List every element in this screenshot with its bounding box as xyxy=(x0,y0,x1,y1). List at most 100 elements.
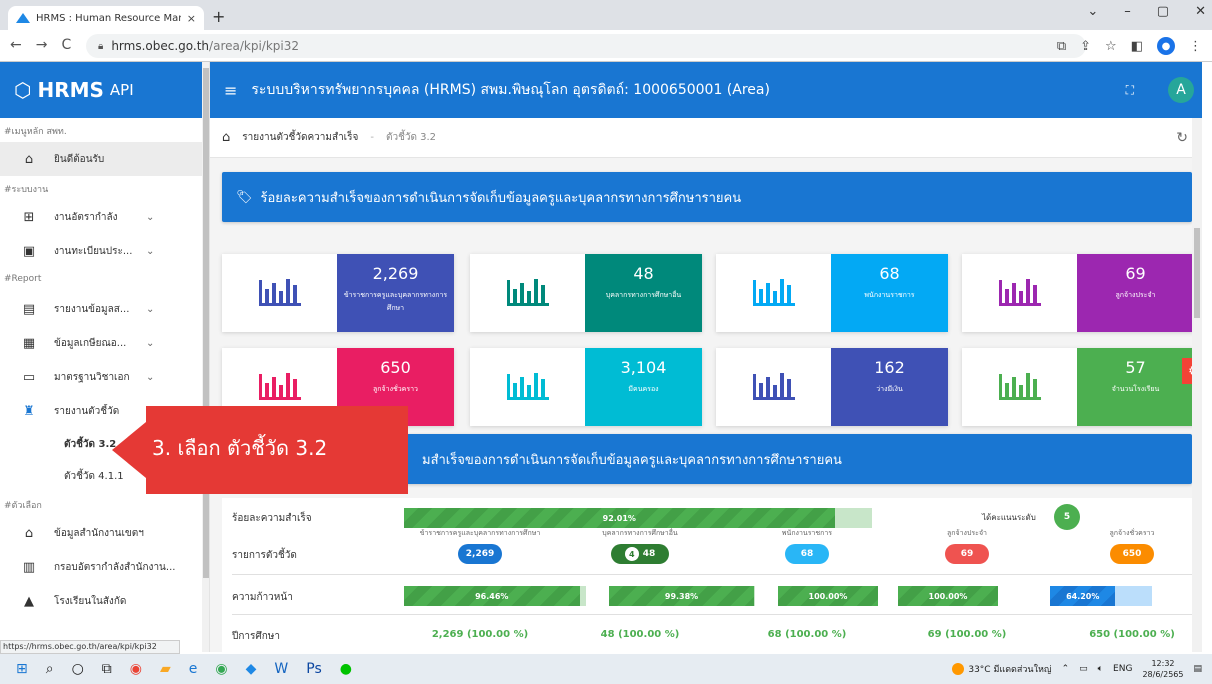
kpi-count-prefix: 4 xyxy=(624,547,639,561)
stat-value: 3,104 xyxy=(620,358,667,377)
bar-chart-glyph-bar xyxy=(533,373,538,397)
stat-card: 162 ว่างมีเงิน xyxy=(716,348,948,426)
new-tab-button[interactable]: + xyxy=(212,7,225,26)
clock[interactable]: 12:32 28/6/2565 xyxy=(1142,658,1183,680)
tab-search-icon[interactable]: ⌄ xyxy=(1087,4,1098,19)
scrollbar-thumb[interactable] xyxy=(1194,228,1200,318)
bar-chart-glyph xyxy=(998,279,1041,306)
stat-label: ลูกจ้างชั่วคราว xyxy=(373,385,418,393)
scrollbar-thumb[interactable] xyxy=(203,68,209,578)
tray-chevron-icon[interactable]: ⌃ xyxy=(1062,664,1070,674)
year-label: ปีการศึกษา xyxy=(232,631,280,642)
bar-chart-icon xyxy=(962,348,1077,426)
reload-icon[interactable]: C xyxy=(61,37,71,53)
browser-tab[interactable]: HRMS : Human Resource Manag × xyxy=(8,6,204,30)
task-view-icon[interactable]: ⧉ xyxy=(102,661,112,677)
file-explorer-icon[interactable]: ▰ xyxy=(160,661,171,677)
photoshop-icon[interactable]: Ps xyxy=(306,661,322,677)
weather-widget[interactable]: 33°C มีแดดส่วนใหญ่ xyxy=(952,662,1052,676)
side-panel-icon[interactable]: ◧ xyxy=(1131,39,1143,54)
sidebar-item-workforce[interactable]: ⊞ งานอัตรากำลัง ⌄ xyxy=(0,200,209,234)
kpi-count-badge: 69 xyxy=(945,544,989,564)
refresh-icon[interactable]: ↻ xyxy=(1176,130,1188,146)
cortana-icon[interactable]: ○ xyxy=(72,661,84,677)
fullscreen-icon[interactable]: ⛶ xyxy=(1126,83,1134,98)
translate-icon[interactable]: ⧉ xyxy=(1057,39,1066,54)
app-icon[interactable]: ◆ xyxy=(246,661,257,677)
stat-label: ข้าราชการครูและบุคลากรทางการศึกษา xyxy=(343,291,448,312)
stat-label: จำนวนโรงเรียน xyxy=(1111,385,1160,393)
banner-title-2: มสำเร็จของการดำเนินการจัดเก็บข้อมูลครูแล… xyxy=(422,452,842,468)
site-favicon-icon xyxy=(16,13,30,23)
sidebar-item-report-data[interactable]: ▤ รายงานข้อมูลส... ⌄ xyxy=(0,292,209,326)
stat-card: 68 พนักงานราชการ xyxy=(716,254,948,332)
kpi-progress-fill: 99.38% xyxy=(609,586,755,606)
stat-card-value-panel: 69 ลูกจ้างประจำ xyxy=(1077,254,1194,332)
brand-logo[interactable]: ⬡ HRMS API xyxy=(0,62,209,118)
sidebar-item-label: มาตรฐานวิชาเอก xyxy=(54,371,130,383)
breadcrumb: ⌂ รายงานตัวชี้วัดความสำเร็จ - ตัวชี้วัด … xyxy=(210,118,1202,158)
bar-chart-glyph xyxy=(752,279,795,306)
sidebar: ⬡ HRMS API #เมนูหลัก สพท. ⌂ ยินดีต้อนรับ … xyxy=(0,62,210,652)
sidebar-item-office[interactable]: ⌂ ข้อมูลสำนักงานเขตฯ xyxy=(0,516,209,550)
forward-icon[interactable]: → xyxy=(36,37,48,53)
close-tab-icon[interactable]: × xyxy=(187,12,196,25)
network-icon[interactable]: ▭ xyxy=(1079,664,1088,674)
chrome-active-icon[interactable]: ◉ xyxy=(215,661,227,677)
home-icon[interactable]: ⌂ xyxy=(222,130,230,145)
tag-icon: 🏷︎ xyxy=(236,189,253,205)
edge-icon[interactable]: e xyxy=(189,661,198,677)
sidebar-item-registry[interactable]: ▣ งานทะเบียนประ... ⌄ xyxy=(0,234,209,268)
menu-dots-icon[interactable]: ⋮ xyxy=(1189,39,1202,54)
kpi-count-badge: 650 xyxy=(1110,544,1154,564)
notification-icon[interactable]: ▤ xyxy=(1193,664,1202,674)
url-path: /area/kpi/kpi32 xyxy=(209,39,300,53)
hamburger-icon[interactable]: ≡ xyxy=(224,81,237,100)
avatar[interactable]: A xyxy=(1168,77,1194,103)
sidebar-item-home[interactable]: ⌂ ยินดีต้อนรับ xyxy=(0,142,209,176)
kpi-year-value: 650 (100.00 %) xyxy=(1089,629,1175,640)
language-indicator[interactable]: ENG xyxy=(1113,664,1132,674)
bar-chart-glyph-bar xyxy=(292,285,297,303)
sidebar-item-schools[interactable]: ▲ โรงเรียนในสังกัด xyxy=(0,584,209,618)
close-window-icon[interactable]: ✕ xyxy=(1195,4,1206,19)
bar-chart-glyph-bar xyxy=(1032,285,1037,303)
id-card-icon: ▣ xyxy=(22,243,36,259)
chrome-icon[interactable]: ◉ xyxy=(130,661,142,677)
kpi-count-badge: 4 48 xyxy=(611,544,669,564)
bookmark-star-icon[interactable]: ☆ xyxy=(1105,39,1117,54)
org-chart-icon: ⊞ xyxy=(23,209,35,225)
stat-label: พนักงานราชการ xyxy=(864,291,915,299)
word-icon[interactable]: W xyxy=(274,661,288,677)
sidebar-item-retire[interactable]: ▦ ข้อมูลเกษียณอ... ⌄ xyxy=(0,326,209,360)
sidebar-item-frame[interactable]: ▥ กรอบอัตรากำลังสำนักงาน... xyxy=(0,550,209,584)
windows-start-icon[interactable]: ⊞ xyxy=(16,661,28,677)
stat-value: 68 xyxy=(879,264,900,283)
bar-chart-glyph xyxy=(258,279,301,306)
sidebar-scrollbar[interactable] xyxy=(202,62,209,652)
stat-label: ว่างมีเงิน xyxy=(876,385,903,393)
page-title: ระบบบริหารทรัพยากรบุคคล (HRMS) สพม.พิษณุ… xyxy=(251,82,770,98)
profile-icon[interactable]: ● xyxy=(1157,37,1175,55)
bar-chart-icon xyxy=(470,254,585,332)
line-icon[interactable]: ● xyxy=(340,661,352,677)
share-icon[interactable]: ⇪ xyxy=(1080,39,1091,54)
sidebar-item-standard[interactable]: ▭ มาตรฐานวิชาเอก ⌄ xyxy=(0,360,209,394)
kpi-count-value: 68 xyxy=(800,549,814,559)
maximize-icon[interactable]: ▢ xyxy=(1157,4,1169,19)
bar-chart-glyph-bar xyxy=(519,283,524,303)
bar-chart-glyph-bar xyxy=(786,285,791,303)
minimize-icon[interactable]: – xyxy=(1124,4,1131,19)
bar-chart-glyph-bar xyxy=(765,283,770,303)
search-icon[interactable]: ⌕ xyxy=(46,661,54,677)
back-icon[interactable]: ← xyxy=(10,37,22,53)
kpi-count-value: 48 xyxy=(642,549,656,559)
volume-icon[interactable]: 🔈︎ xyxy=(1098,664,1103,674)
main-scrollbar[interactable] xyxy=(1192,118,1202,652)
calendar-icon: ▦ xyxy=(22,335,36,351)
kpi-count-value: 650 xyxy=(1122,549,1142,559)
url-input[interactable]: 🔒︎ hrms.obec.go.th/area/kpi/kpi32 xyxy=(86,34,1086,58)
section-banner: 🏷︎ ร้อยละความสำเร็จของการดำเนินการจัดเก็… xyxy=(222,172,1192,222)
chevron-down-icon: ⌄ xyxy=(146,303,155,315)
breadcrumb-parent[interactable]: รายงานตัวชี้วัดความสำเร็จ xyxy=(242,130,358,145)
